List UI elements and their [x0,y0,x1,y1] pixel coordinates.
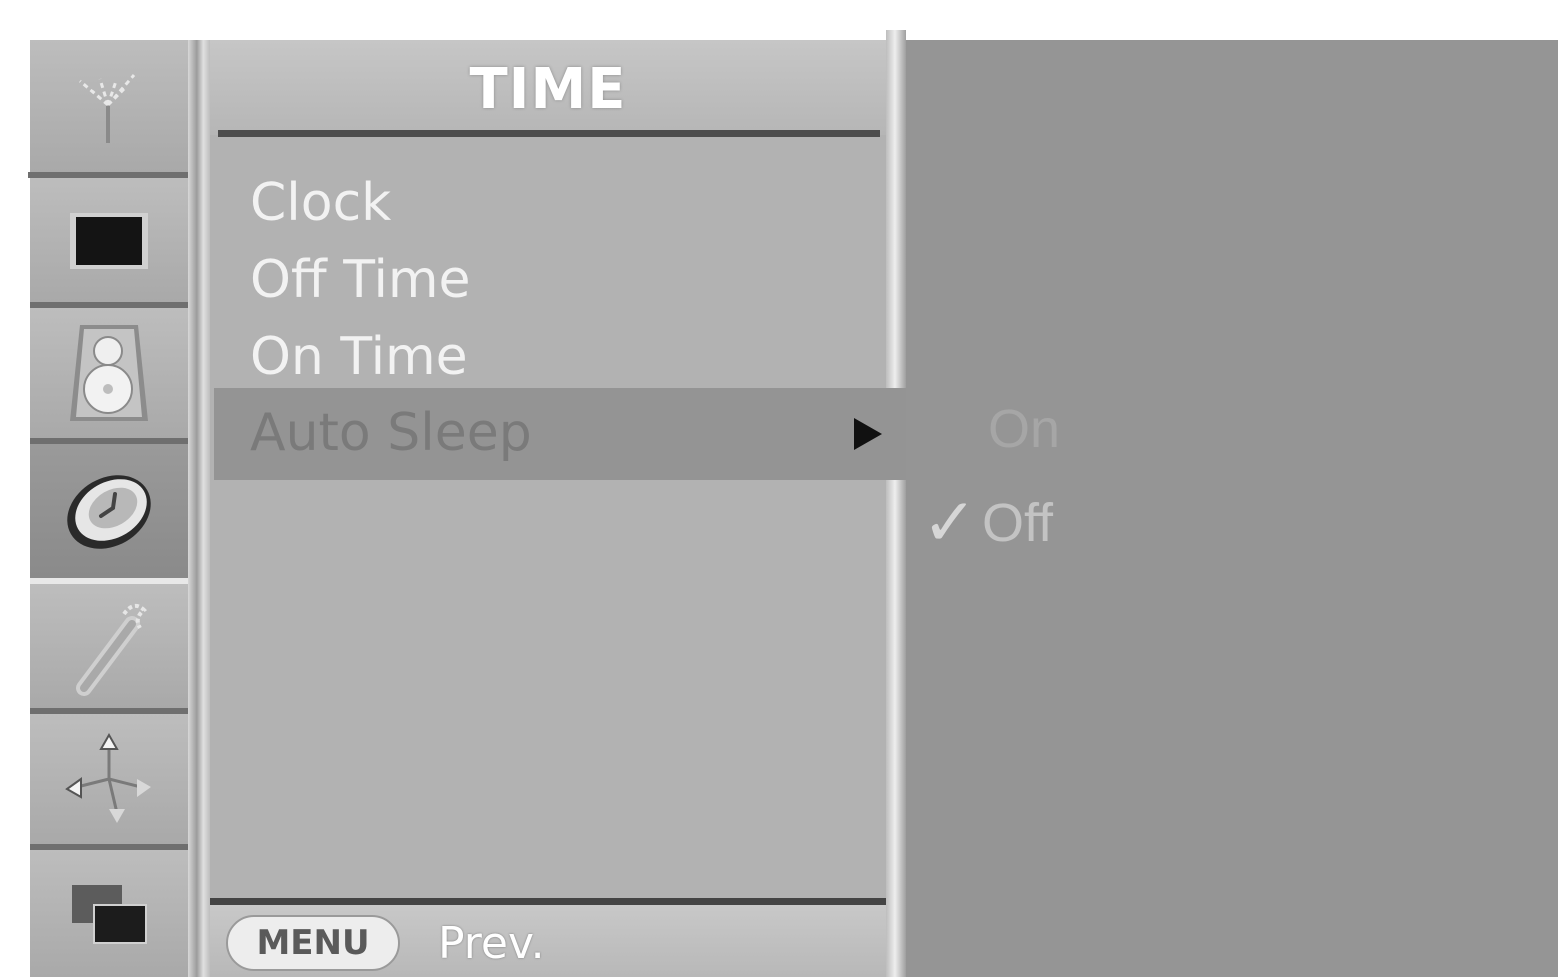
menu-item-off-time[interactable]: Off Time [214,241,886,319]
option-on[interactable]: On [988,398,1060,460]
prev-label: Prev. [438,918,545,969]
menu-key-icon[interactable]: MENU [226,915,400,971]
wrench-icon [76,603,147,696]
tab-option[interactable] [30,584,188,708]
submenu-arrow-icon [854,418,882,450]
tab-channel[interactable] [30,40,188,172]
tab-picture[interactable] [30,178,188,302]
option-off[interactable]: Off [982,492,1053,554]
input-icon [72,884,147,944]
selection-connector [884,388,908,480]
sidebar-marker [28,172,58,178]
tab-time[interactable] [30,444,188,578]
menu-title: TIME [210,40,886,135]
menu-item-clock[interactable]: Clock [214,164,886,242]
menu-footer: MENU Prev. [210,905,886,977]
tab-sound[interactable] [30,308,188,438]
footer-separator [210,898,886,905]
tab-screen[interactable] [30,714,188,844]
speaker-icon [70,325,148,421]
menu-item-auto-sleep[interactable]: Auto Sleep [214,388,886,480]
antenna-icon [79,74,136,143]
menu-category-sidebar [30,40,188,977]
auto-sleep-submenu: On ✓ Off [906,40,1558,977]
arrows-icon [65,732,151,823]
time-menu-panel: TIME Clock Off Time On Time Auto Sleep M… [210,40,886,977]
menu-item-on-time[interactable]: On Time [214,318,886,396]
picture-icon [70,213,148,269]
panel-divider [886,30,906,977]
clock-icon [67,475,151,549]
tab-input[interactable] [30,850,188,977]
title-underline [218,130,880,137]
sidebar-divider [188,40,210,977]
check-icon: ✓ [922,485,978,559]
menu-item-label: Auto Sleep [250,403,532,463]
